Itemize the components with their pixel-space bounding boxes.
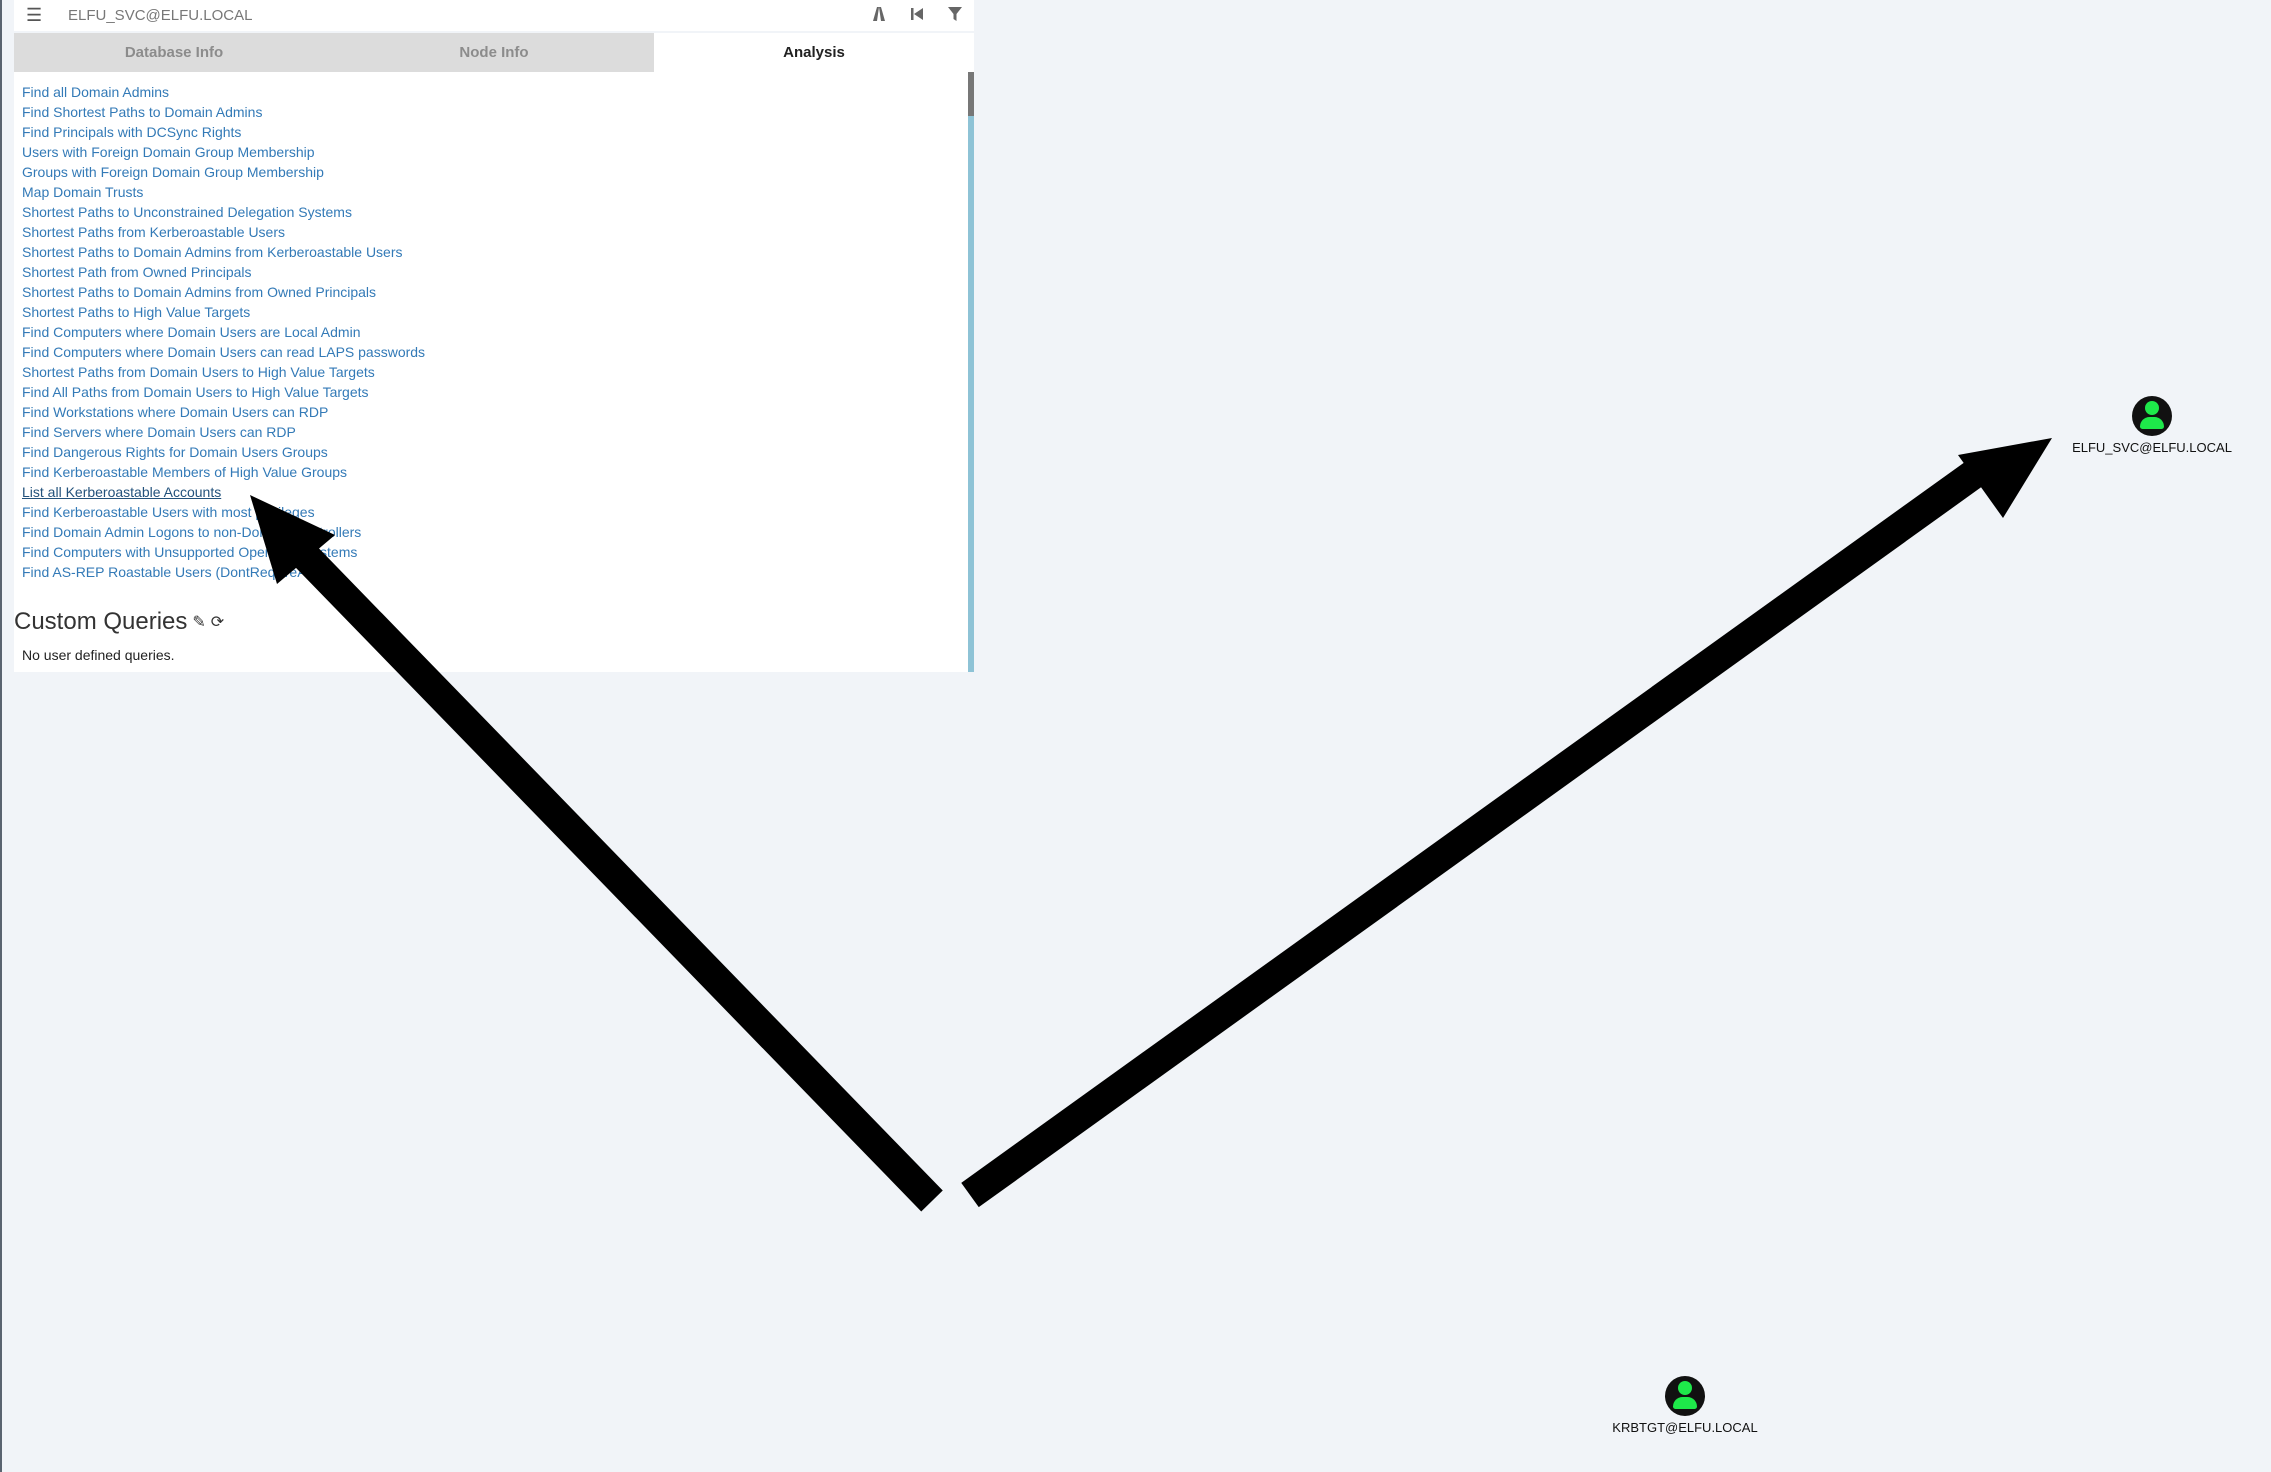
annotation-arrows	[250, 438, 2052, 1212]
arrow-to-elfu-svc-node	[961, 438, 2052, 1208]
arrow-to-query-list	[250, 495, 943, 1212]
